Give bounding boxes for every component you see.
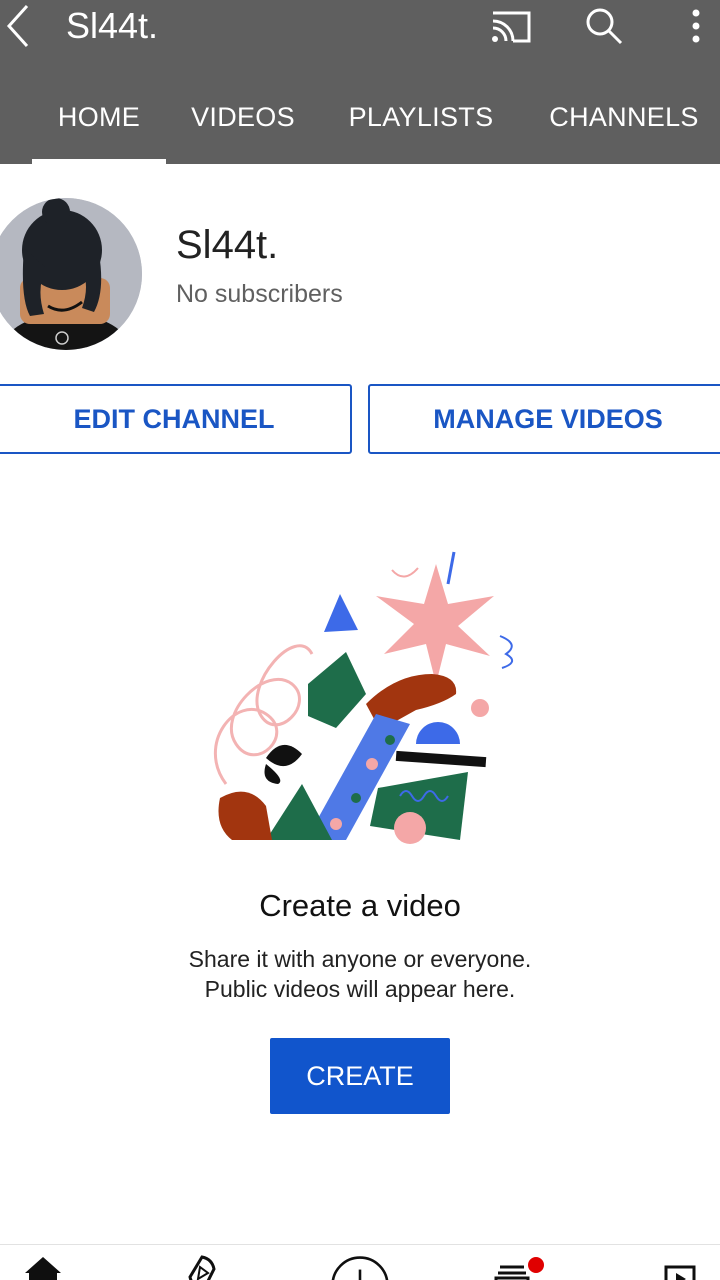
avatar-image [0, 198, 142, 350]
home-icon [25, 1257, 61, 1280]
nav-library[interactable] [648, 1253, 708, 1280]
cast-button[interactable] [482, 0, 538, 52]
create-video-illustration [196, 544, 528, 848]
empty-state-description-line-2: Public videos will appear here. [204, 976, 516, 1002]
channel-tabs: HOME VIDEOS PLAYLISTS CHANNELS [0, 70, 720, 164]
nav-explore[interactable] [172, 1253, 232, 1280]
create-button[interactable]: CREATE [270, 1038, 450, 1114]
tab-videos[interactable]: VIDEOS [182, 70, 304, 164]
bottom-navigation [0, 1244, 720, 1280]
back-arrow-icon [6, 4, 29, 48]
empty-state-description-line-1: Share it with anyone or everyone. [188, 946, 532, 972]
tab-channels[interactable]: CHANNELS [538, 70, 710, 164]
notification-dot [528, 1257, 544, 1273]
cast-icon [492, 11, 531, 43]
channel-title: Sl44t. [66, 5, 159, 46]
back-button[interactable] [0, 0, 40, 52]
more-vert-icon [692, 9, 700, 43]
empty-state-title: Create a video [259, 888, 461, 923]
more-options-button[interactable] [668, 0, 720, 52]
subscriptions-icon [494, 1257, 544, 1280]
subscriber-count: No subscribers [176, 280, 343, 308]
nav-add[interactable] [330, 1253, 390, 1280]
add-icon [331, 1256, 389, 1280]
edit-channel-button[interactable]: EDIT CHANNEL [0, 384, 352, 454]
explore-icon [188, 1255, 216, 1280]
tab-home[interactable]: HOME [32, 70, 166, 164]
manage-videos-button[interactable]: MANAGE VIDEOS [368, 384, 720, 454]
channel-name: Sl44t. [176, 223, 279, 267]
nav-home[interactable] [13, 1253, 73, 1280]
library-icon [664, 1265, 696, 1280]
channel-avatar[interactable] [0, 198, 142, 350]
nav-subscriptions[interactable] [488, 1253, 548, 1280]
empty-state-description: Share it with anyone or everyone. Public… [0, 944, 720, 1004]
tab-playlists[interactable]: PLAYLISTS [336, 70, 506, 164]
search-icon [586, 8, 623, 45]
app-header: Sl44t. HOME VIDEOS PLAYLISTS CHANNELS [0, 0, 720, 164]
search-button[interactable] [576, 0, 632, 52]
